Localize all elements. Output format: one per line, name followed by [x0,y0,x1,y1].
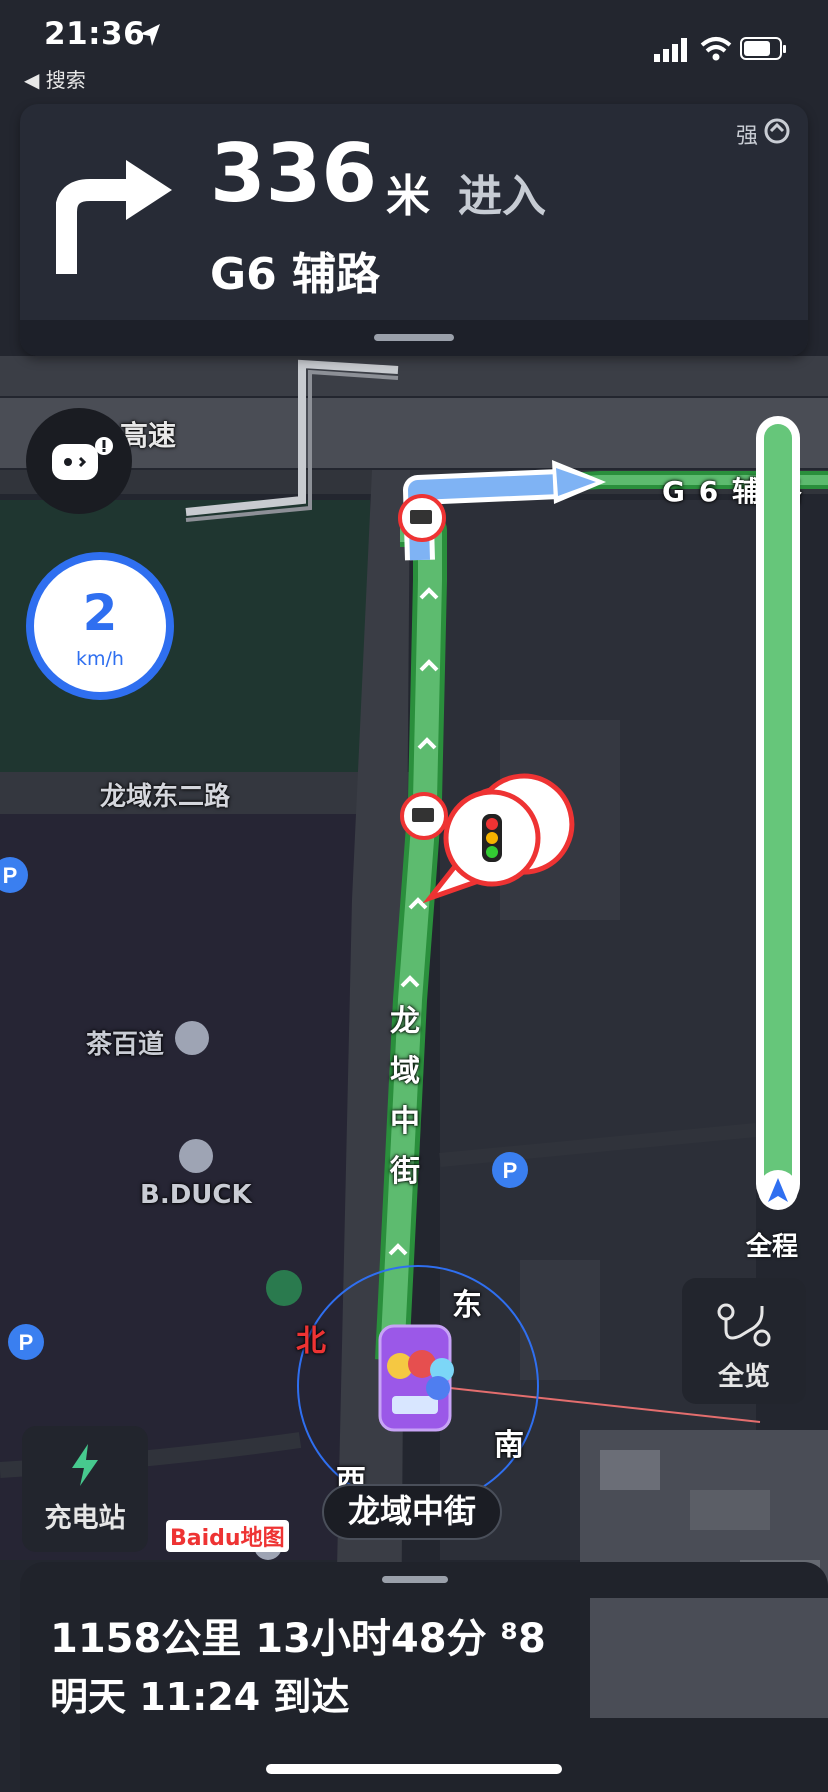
gps-signal-label: 强 [736,124,759,149]
map-label-street-char-4: 街 [390,1154,420,1189]
map-label-street-char-2: 域 [390,1054,420,1089]
speed-unit: km/h [76,648,124,670]
trip-summary: 1158公里 13小时48分 ⁸8 [50,1616,546,1662]
svg-text:P: P [3,863,18,888]
blurred-info [590,1598,828,1718]
route-overview-icon [717,1303,771,1347]
route-progress-fill [764,424,792,1198]
progress-full-route-label: 全程 [746,1232,799,1262]
location-arrow-icon [140,24,160,46]
compass-east-label: 东 [452,1288,482,1323]
compass-north-label: 北 [296,1324,326,1359]
map-label-street-char-1: 龙 [390,1004,420,1039]
map-label-bduck: B.DUCK [140,1180,252,1210]
battery-icon [740,37,786,60]
position-arrow-icon [768,1178,788,1202]
banner-grabber[interactable] [374,334,454,341]
back-to-search-link[interactable]: ◀ 搜索 [24,64,86,93]
lightning-bolt-icon [72,1444,98,1486]
status-time: 21:36 [44,16,146,52]
robot-assistant-icon [52,437,113,480]
gps-signal-icon [764,118,790,144]
map-label-longyu-east2-road: 龙域东二路 [100,782,231,812]
svg-text:P: P [503,1158,518,1183]
arrival-time: 明天 11:24 到达 [50,1675,350,1719]
turn-action: 进入 [458,171,546,222]
compass-south-label: 南 [494,1428,524,1463]
next-road-name: G6 辅路 [210,249,381,300]
current-road-name: 龙域中街 [322,1484,502,1540]
charging-station-label: 充电站 [44,1503,126,1534]
cellular-signal-icon [654,38,687,62]
turn-right-arrow-icon [56,160,172,274]
trip-panel-grabber[interactable] [382,1576,448,1583]
route-overview-label: 全览 [717,1362,770,1392]
turn-distance: 336 [210,127,377,220]
svg-text:P: P [19,1330,34,1355]
current-speed: 2 [82,584,118,642]
turn-distance-unit: 米 [386,171,430,222]
baidu-map-logo: Baidu地图 [166,1520,289,1552]
map-label-tea-shop: 茶百道 [86,1030,165,1060]
home-indicator[interactable] [266,1764,562,1774]
wifi-icon [700,37,732,61]
map-label-street-char-3: 中 [390,1104,420,1139]
